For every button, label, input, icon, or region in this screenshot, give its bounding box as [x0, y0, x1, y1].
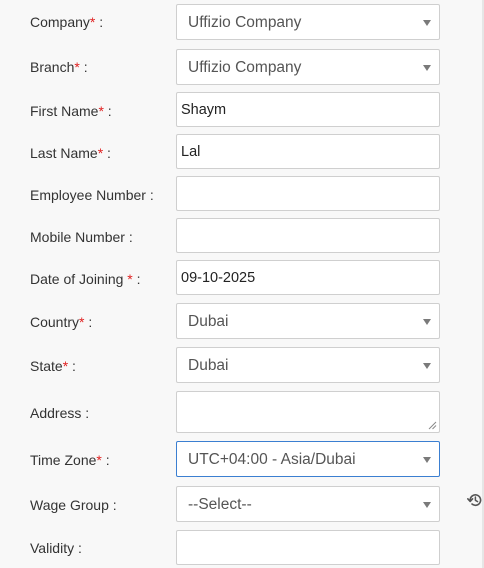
employee-number-label: Employee Number :: [30, 187, 154, 203]
branch-select-value: Uffizio Company: [188, 59, 302, 76]
chevron-down-icon: [423, 457, 431, 463]
state-select-value: Dubai: [188, 357, 229, 374]
chevron-down-icon: [423, 20, 431, 26]
mobile-number-label: Mobile Number :: [30, 229, 133, 245]
resize-handle-icon[interactable]: [428, 421, 437, 430]
first-name-label: First Name* :: [30, 103, 112, 119]
mobile-number-input[interactable]: [176, 218, 440, 253]
last-name-label: Last Name* :: [30, 145, 111, 161]
validity-input[interactable]: [176, 530, 440, 565]
country-select[interactable]: Dubai: [176, 303, 440, 339]
company-select[interactable]: Uffizio Company: [176, 4, 440, 40]
chevron-down-icon: [423, 65, 431, 71]
state-select[interactable]: Dubai: [176, 347, 440, 383]
state-label: State* :: [30, 358, 76, 374]
date-of-joining-input[interactable]: 09-10-2025: [176, 260, 440, 295]
chevron-down-icon: [423, 502, 431, 508]
country-label: Country* :: [30, 314, 93, 330]
company-select-value: Uffizio Company: [188, 14, 302, 31]
time-zone-select-value: UTC+04:00 - Asia/Dubai: [188, 451, 356, 468]
validity-label: Validity :: [30, 540, 82, 556]
time-zone-label: Time Zone* :: [30, 452, 110, 468]
branch-label: Branch* :: [30, 59, 88, 75]
chevron-down-icon: [423, 363, 431, 369]
wage-group-select[interactable]: --Select--: [176, 486, 440, 522]
employee-form: Company* : Uffizio Company Branch* : Uff…: [0, 0, 484, 568]
wage-group-select-value: --Select--: [188, 496, 252, 513]
date-of-joining-value: 09-10-2025: [181, 270, 256, 286]
first-name-value: Shaym: [181, 102, 227, 118]
last-name-input[interactable]: Lal: [176, 134, 440, 169]
company-label: Company* :: [30, 14, 104, 30]
address-textarea[interactable]: [176, 391, 440, 433]
chevron-down-icon: [423, 319, 431, 325]
last-name-value: Lal: [181, 144, 201, 160]
address-label: Address :: [30, 405, 90, 421]
wage-group-label: Wage Group :: [30, 497, 117, 513]
time-zone-select[interactable]: UTC+04:00 - Asia/Dubai: [176, 441, 440, 477]
employee-number-input[interactable]: [176, 176, 440, 211]
branch-select[interactable]: Uffizio Company: [176, 49, 440, 85]
country-select-value: Dubai: [188, 313, 229, 330]
first-name-input[interactable]: Shaym: [176, 92, 440, 127]
date-of-joining-label: Date of Joining * :: [30, 271, 141, 287]
